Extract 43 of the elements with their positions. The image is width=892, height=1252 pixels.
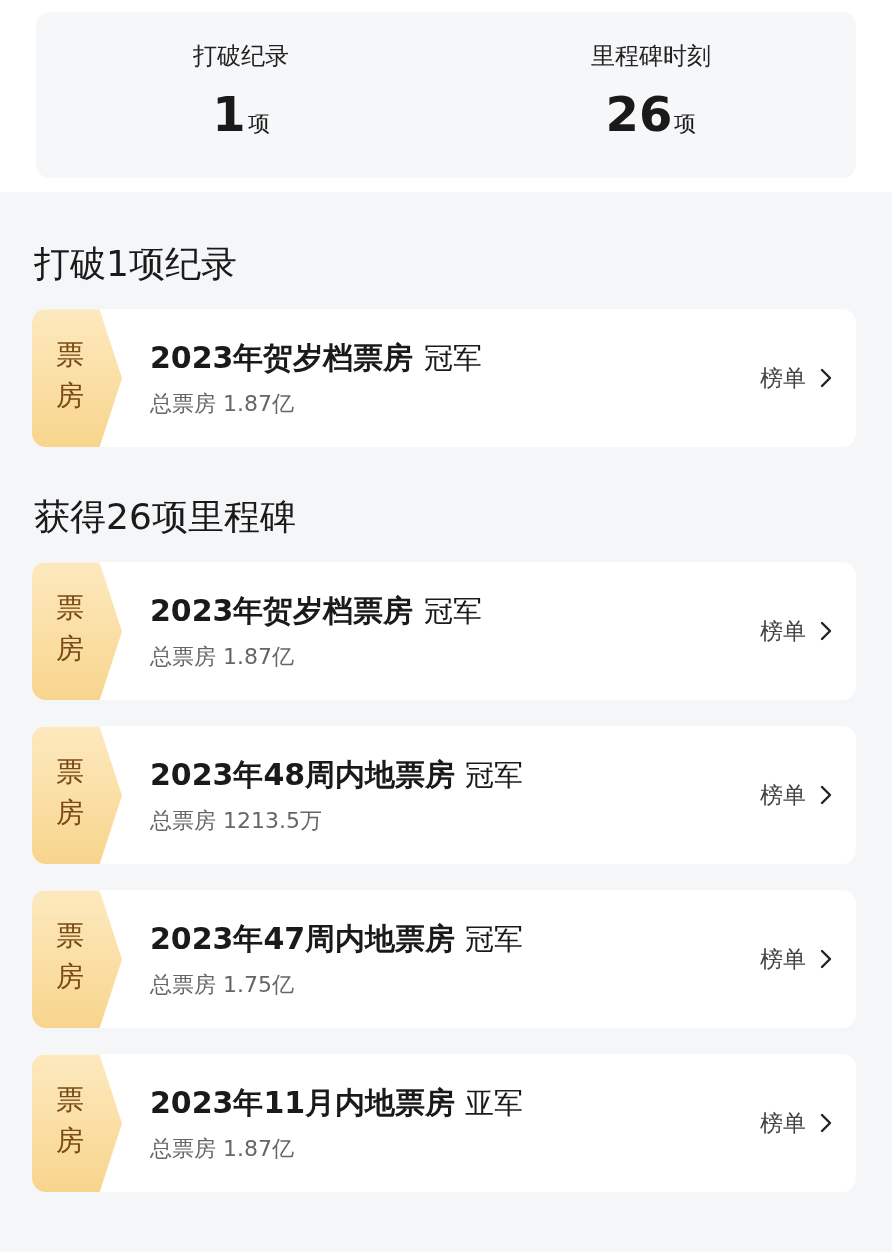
record-rank: 冠军 — [465, 756, 524, 794]
category-tag: 票房 — [32, 562, 122, 701]
box-office-total: 总票房 1.87亿 — [150, 389, 295, 418]
record-title: 2023年48周内地票房 — [150, 755, 456, 794]
record-title: 2023年47周内地票房 — [150, 919, 456, 958]
record-rank: 亚军 — [465, 1084, 524, 1122]
stat-label: 打破纪录 — [193, 41, 289, 72]
record-card[interactable]: 票房 2023年贺岁档票房 冠军 总票房 1.87亿 榜单 — [32, 309, 856, 448]
section-heading: 打破1项纪录 — [34, 242, 238, 286]
stat-value: 26 — [605, 86, 673, 142]
section-heading: 获得26项里程碑 — [34, 495, 297, 539]
category-tag: 票房 — [32, 309, 122, 448]
category-tag: 票房 — [32, 890, 122, 1029]
box-office-total: 总票房 1.87亿 — [150, 642, 295, 671]
box-office-total: 总票房 1213.5万 — [150, 806, 323, 835]
category-tag: 票房 — [32, 1054, 122, 1193]
category-tag: 票房 — [32, 726, 122, 865]
chevron-right-icon — [820, 368, 832, 389]
chart-link[interactable]: 榜单 — [760, 779, 806, 811]
record-title: 2023年11月内地票房 — [150, 1083, 456, 1122]
chart-link[interactable]: 榜单 — [760, 1107, 806, 1139]
box-office-total: 总票房 1.87亿 — [150, 1134, 295, 1163]
stat-unit: 项 — [247, 110, 270, 138]
record-title: 2023年贺岁档票房 — [150, 338, 414, 377]
chevron-right-icon — [820, 621, 832, 642]
chart-link[interactable]: 榜单 — [760, 943, 806, 975]
stat-value: 1 — [212, 86, 246, 142]
record-card[interactable]: 票房 2023年47周内地票房 冠军 总票房 1.75亿 榜单 — [32, 890, 856, 1029]
stat-label: 里程碑时刻 — [591, 41, 711, 72]
record-card[interactable]: 票房 2023年贺岁档票房 冠军 总票房 1.87亿 榜单 — [32, 562, 856, 701]
record-rank: 冠军 — [465, 920, 524, 958]
record-rank: 冠军 — [423, 592, 482, 630]
chevron-right-icon — [820, 785, 832, 806]
chart-link[interactable]: 榜单 — [760, 615, 806, 647]
stat-unit: 项 — [674, 110, 697, 138]
record-card[interactable]: 票房 2023年48周内地票房 冠军 总票房 1213.5万 榜单 — [32, 726, 856, 865]
chart-link[interactable]: 榜单 — [760, 362, 806, 394]
record-card[interactable]: 票房 2023年11月内地票房 亚军 总票房 1.87亿 榜单 — [32, 1054, 856, 1193]
chevron-right-icon — [820, 1113, 832, 1134]
record-title: 2023年贺岁档票房 — [150, 591, 414, 630]
box-office-total: 总票房 1.75亿 — [150, 970, 295, 999]
chevron-right-icon — [820, 949, 832, 970]
record-rank: 冠军 — [423, 339, 482, 377]
